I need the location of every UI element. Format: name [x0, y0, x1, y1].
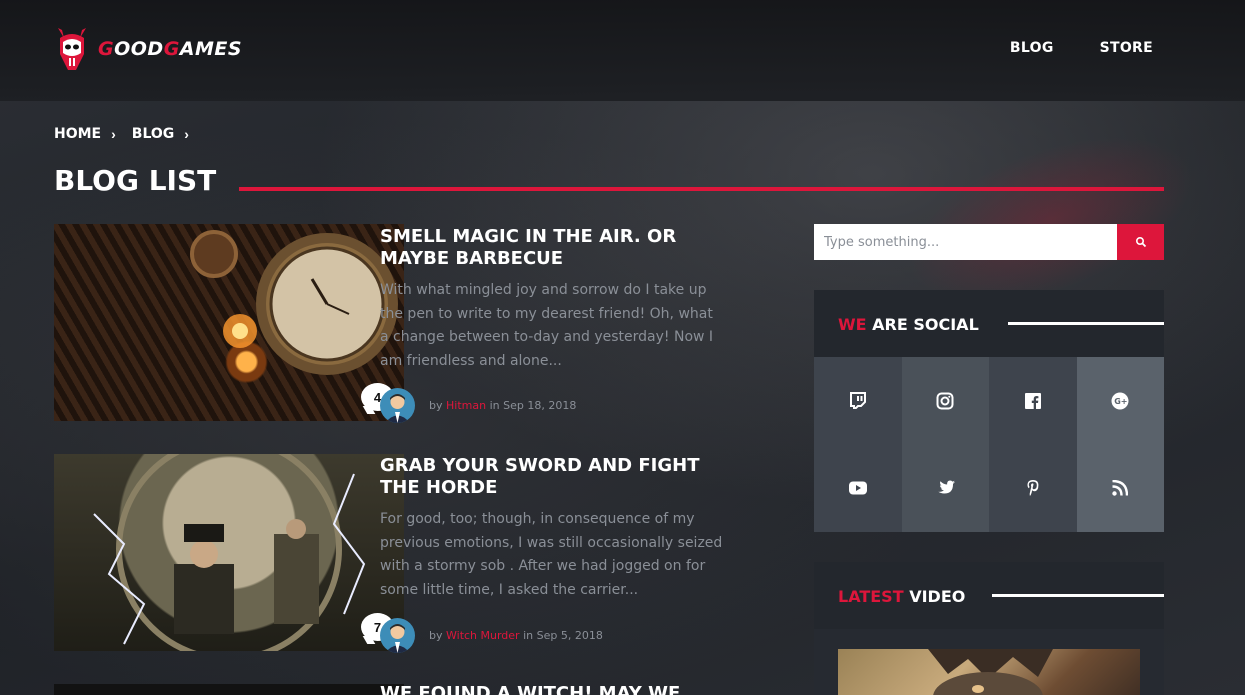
nav-store-link[interactable]: STORE: [1100, 40, 1153, 56]
social-link-twitch[interactable]: [814, 357, 902, 445]
widget-title-rule: [1008, 322, 1164, 325]
social-link-facebook[interactable]: [989, 357, 1077, 445]
widget-header: WE ARE SOCIAL: [814, 290, 1164, 357]
user-avatar-icon: [385, 394, 410, 423]
title-divider: [239, 187, 1164, 191]
author-link[interactable]: Hitman: [446, 399, 486, 412]
widget-title: LATEST VIDEO: [838, 587, 966, 606]
author-avatar[interactable]: [380, 388, 415, 423]
search-button[interactable]: [1117, 224, 1164, 260]
video-thumbnail[interactable]: [838, 649, 1140, 695]
youtube-icon: [848, 481, 867, 495]
fantasy-clock-scene-image: [93, 454, 366, 651]
social-widget: WE ARE SOCIAL G+: [814, 290, 1164, 532]
google-plus-icon: G+: [1111, 392, 1129, 410]
social-link-instagram[interactable]: [901, 357, 989, 445]
widget-title: WE ARE SOCIAL: [838, 315, 979, 334]
chevron-right-icon: ›: [184, 126, 189, 142]
post-image[interactable]: 4: [54, 224, 404, 421]
post-excerpt: With what mingled joy and sorrow do I ta…: [380, 282, 714, 370]
latest-video-widget: LATEST VIDEO: [814, 562, 1164, 695]
post-meta: by Witch Murder in Sep 5, 2018: [380, 618, 603, 653]
page-title: BLOG LIST: [54, 164, 217, 197]
main-nav: BLOG STORE: [1010, 40, 1153, 56]
post-title[interactable]: WE FOUND A WITCH! MAY WE: [380, 683, 720, 695]
user-avatar-icon: [385, 624, 410, 653]
post-excerpt: For good, too; though, in consequence of…: [380, 511, 723, 599]
pinterest-icon: [1027, 480, 1039, 497]
search-icon: [1135, 236, 1146, 248]
search-input[interactable]: [814, 224, 1117, 260]
twitter-icon: [938, 480, 955, 494]
creature-video-image: [928, 649, 1053, 695]
logo-text: GOODGAMES: [98, 38, 243, 60]
nav-blog-link[interactable]: BLOG: [1010, 40, 1054, 56]
post-meta-text: by Witch Murder in Sep 5, 2018: [429, 629, 603, 642]
breadcrumb-home-link[interactable]: HOME: [54, 126, 101, 142]
post-date: Sep 5, 2018: [536, 629, 603, 642]
svg-text:G+: G+: [1114, 397, 1127, 406]
social-link-google-plus[interactable]: G+: [1076, 357, 1164, 445]
facebook-icon: [1024, 392, 1041, 409]
social-link-rss[interactable]: [1076, 444, 1164, 532]
post-title[interactable]: SMELL MAGIC IN THE AIR. OR MAYBE BARBECU…: [380, 226, 720, 270]
author-link[interactable]: Witch Murder: [446, 629, 520, 642]
social-icons-grid: G+: [814, 357, 1164, 532]
instagram-icon: [936, 392, 954, 410]
social-link-twitter[interactable]: [901, 444, 989, 532]
widget-title-rule: [992, 594, 1164, 597]
social-link-youtube[interactable]: [814, 444, 902, 532]
breadcrumb-blog-link[interactable]: BLOG: [132, 126, 175, 142]
breadcrumb: HOME › BLOG ›: [54, 126, 195, 142]
post-title[interactable]: GRAB YOUR SWORD AND FIGHT THE HORDE: [380, 455, 720, 499]
skull-logo-icon: [58, 28, 86, 70]
post-image[interactable]: [54, 684, 404, 695]
post-date: Sep 18, 2018: [503, 399, 577, 412]
social-link-pinterest[interactable]: [989, 444, 1077, 532]
logo[interactable]: GOODGAMES: [54, 26, 242, 72]
rss-icon: [1112, 480, 1129, 496]
steampunk-clock-image: [190, 230, 398, 375]
chevron-right-icon: ›: [111, 126, 116, 142]
author-avatar[interactable]: [380, 618, 415, 653]
post-image[interactable]: 7: [54, 454, 404, 651]
twitch-icon: [849, 391, 866, 409]
widget-header: LATEST VIDEO: [814, 562, 1164, 629]
search-form: [814, 224, 1164, 260]
post-meta: by Hitman in Sep 18, 2018: [380, 388, 576, 423]
post-meta-text: by Hitman in Sep 18, 2018: [429, 399, 577, 412]
